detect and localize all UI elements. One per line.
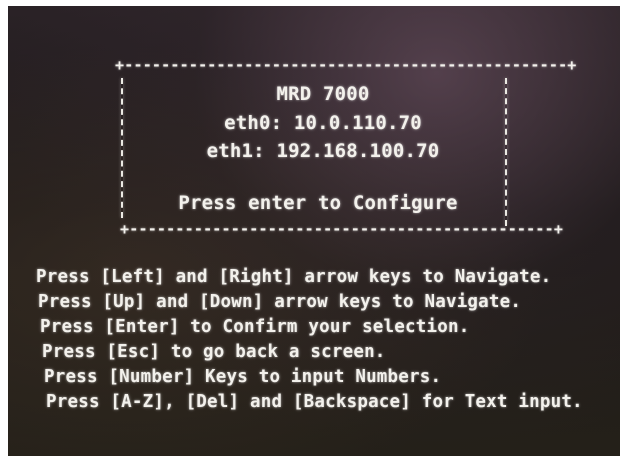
dialog-left-border	[121, 78, 123, 218]
terminal-screen: +---------------------------------------…	[8, 6, 620, 456]
help-line-navigate-up-down: Press [Up] and [Down] arrow keys to Navi…	[38, 292, 522, 312]
photo-frame: +---------------------------------------…	[0, 0, 626, 469]
help-line-text-input: Press [A-Z], [Del] and [Backspace] for T…	[46, 392, 583, 412]
eth0-address: eth0: 10.0.110.70	[224, 112, 422, 134]
help-line-esc-back: Press [Esc] to go back a screen.	[42, 342, 386, 362]
dialog-bottom-border: +---------------------------------------…	[120, 220, 564, 238]
dialog-top-border: +---------------------------------------…	[115, 56, 577, 74]
help-line-number-keys: Press [Number] Keys to input Numbers.	[44, 367, 442, 387]
help-line-navigate-left-right: Press [Left] and [Right] arrow keys to N…	[36, 267, 552, 287]
eth1-address: eth1: 192.168.100.70	[206, 140, 440, 162]
dialog-right-border	[505, 78, 507, 226]
help-line-enter-confirm: Press [Enter] to Confirm your selection.	[40, 317, 470, 337]
dialog-title: MRD 7000	[276, 83, 370, 105]
configure-prompt[interactable]: Press enter to Configure	[158, 192, 478, 214]
